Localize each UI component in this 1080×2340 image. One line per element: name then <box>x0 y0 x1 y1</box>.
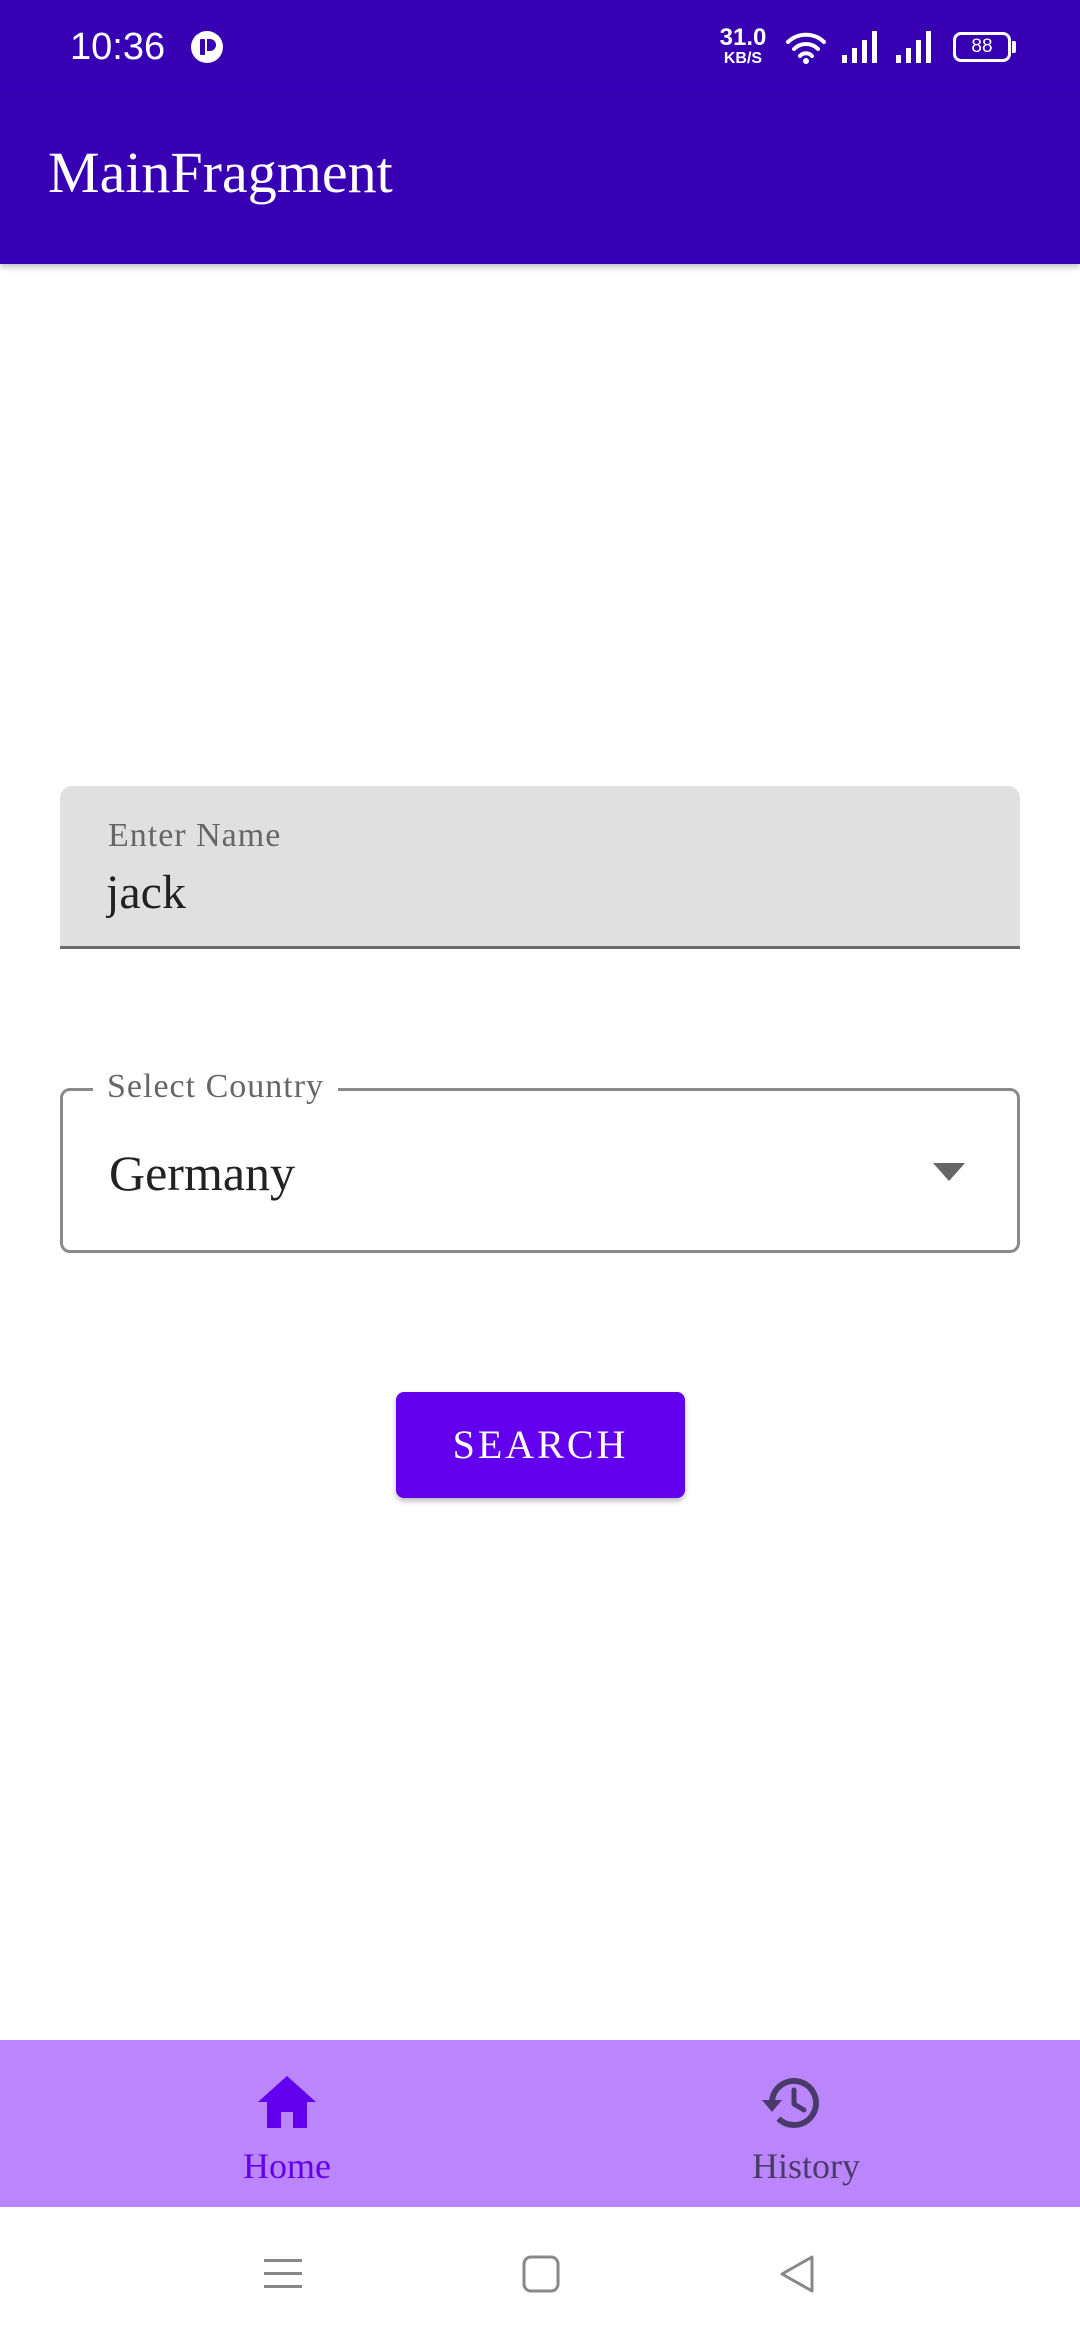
signal-icon <box>842 31 877 63</box>
country-dropdown-label: Select Country <box>93 1065 339 1109</box>
battery-level: 88 <box>971 36 993 57</box>
battery-icon: 88 <box>953 32 1011 62</box>
dropdown-arrow-icon[interactable] <box>931 1161 967 1183</box>
signal-icon <box>896 31 931 63</box>
network-speed-unit: KB/S <box>723 50 763 67</box>
search-button[interactable]: SEARCH <box>396 1392 685 1498</box>
name-input[interactable] <box>106 862 966 922</box>
country-selected-value: Germany <box>109 1145 296 1201</box>
status-time: 10:36 <box>70 26 166 68</box>
nav-item-home[interactable]: Home <box>0 2040 540 2207</box>
menu-icon[interactable] <box>260 2251 306 2297</box>
system-navigation-bar <box>0 2207 1080 2340</box>
name-field[interactable]: Enter Name <box>60 786 1020 949</box>
nav-item-history-label: History <box>752 2146 860 2186</box>
nav-item-home-label: Home <box>243 2146 331 2186</box>
status-bar: 10:36 31.0 KB/S 88 <box>0 0 1080 96</box>
app-notification-icon <box>191 31 223 63</box>
network-speed: 31.0 KB/S <box>716 26 770 67</box>
page-title: MainFragment <box>48 140 393 205</box>
name-field-label: Enter Name <box>108 817 282 854</box>
nav-item-history[interactable]: History <box>540 2040 1080 2207</box>
network-speed-value: 31.0 <box>719 24 767 51</box>
home-square-icon[interactable] <box>518 2251 564 2297</box>
battery-tip <box>1012 41 1016 53</box>
wifi-icon <box>786 32 826 64</box>
bottom-navigation: Home History <box>0 2040 1080 2207</box>
history-icon <box>762 2078 819 2128</box>
back-triangle-icon[interactable] <box>774 2251 820 2297</box>
country-dropdown[interactable]: Select Country Germany <box>60 1065 1020 1253</box>
app-bar: MainFragment <box>0 96 1080 264</box>
home-icon <box>258 2076 316 2128</box>
